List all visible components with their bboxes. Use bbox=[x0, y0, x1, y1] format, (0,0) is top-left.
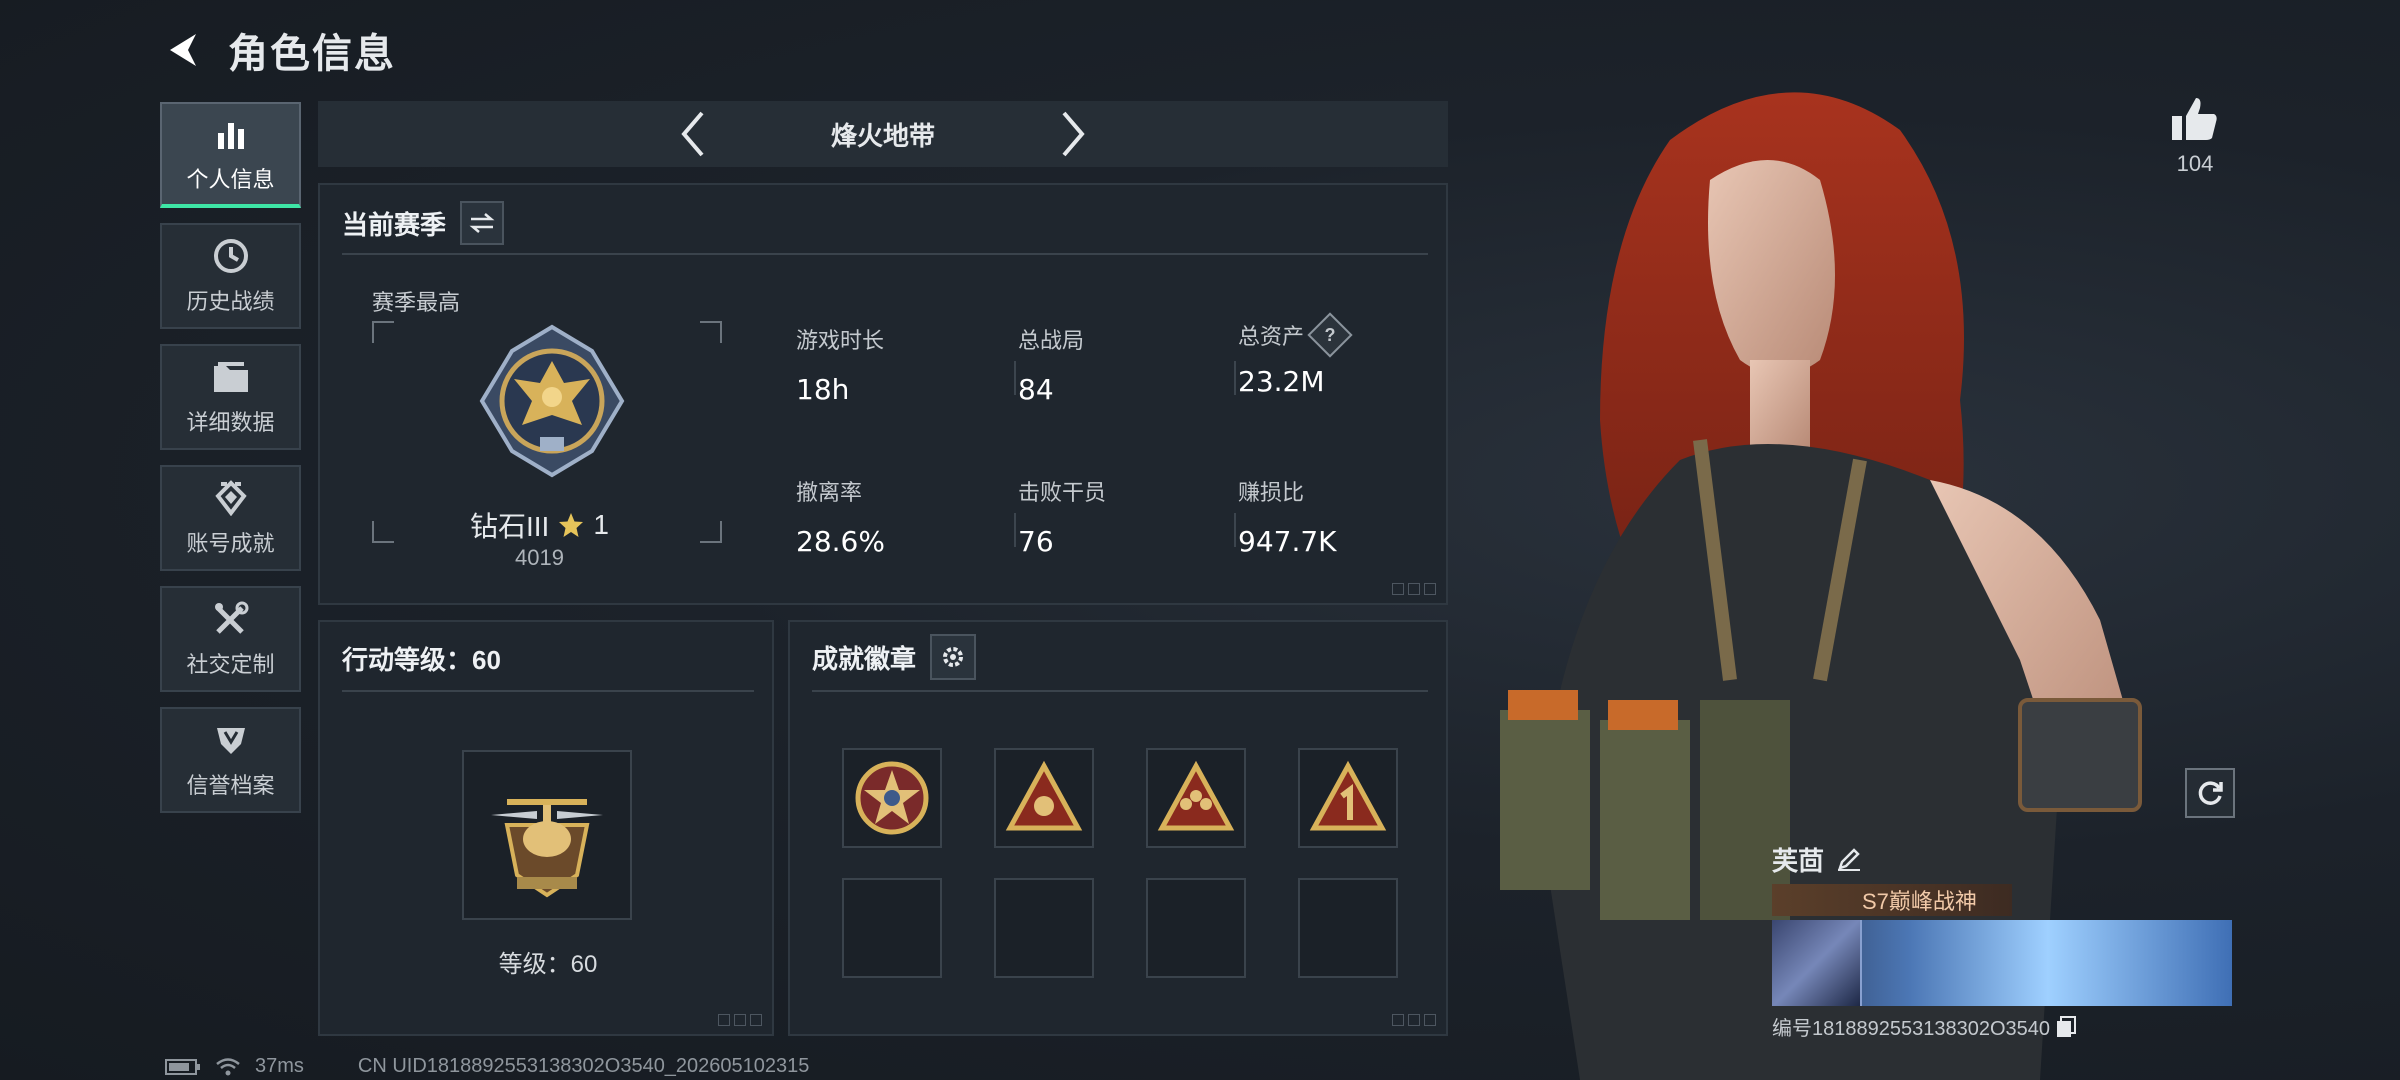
achievement-icon bbox=[213, 478, 249, 518]
shield-icon bbox=[213, 720, 249, 760]
stat-profit-loss-ratio: 赚损比 947.7K bbox=[1238, 480, 1337, 558]
player-title: S7巅峰战神 bbox=[1862, 889, 1977, 914]
stat-play-time: 游戏时长 18h bbox=[796, 328, 885, 406]
clock-icon bbox=[213, 236, 249, 276]
like-count: 104 bbox=[2176, 151, 2214, 176]
sidebar-item-label: 个人信息 bbox=[186, 167, 275, 192]
rotate-icon bbox=[2198, 781, 2223, 805]
current-season-panel: 当前赛季 赛季最高 钻石III 1 4019 游戏时长 18h 总战局 84 总… bbox=[318, 183, 1448, 605]
star-icon bbox=[559, 513, 584, 537]
like-button[interactable] bbox=[2160, 96, 2230, 147]
sidebar: 个人信息 历史战绩 详细数据 账号成就 社交定制 信誉档案 bbox=[160, 102, 301, 828]
header: 角色信息 bbox=[160, 20, 396, 80]
decor-squares bbox=[718, 1014, 762, 1026]
achievement-badge-empty[interactable] bbox=[1146, 878, 1246, 978]
action-level-panel: 行动等级：60 等级：60 bbox=[318, 620, 774, 1036]
sidebar-item-social-custom[interactable]: 社交定制 bbox=[160, 586, 301, 692]
achievement-badge-star[interactable] bbox=[842, 748, 942, 848]
achievement-badge-empty[interactable] bbox=[842, 878, 942, 978]
star-medal-icon bbox=[855, 761, 929, 835]
divider bbox=[342, 690, 754, 692]
triangle-emblem-icon bbox=[1005, 760, 1083, 831]
rank-score: 4019 bbox=[515, 545, 564, 570]
stat-total-assets: 总资产 ? 23.2M bbox=[1238, 312, 1353, 398]
ping-text: 37ms bbox=[255, 1055, 304, 1077]
back-arrow-icon bbox=[170, 34, 196, 66]
achievements-settings-button[interactable] bbox=[930, 634, 977, 680]
sidebar-item-label: 详细数据 bbox=[186, 410, 275, 435]
bar-chart-icon bbox=[214, 114, 248, 154]
helicopter-level-badge-icon[interactable] bbox=[462, 750, 632, 920]
player-id: 编号1818892553138302O3540 bbox=[1772, 1018, 2051, 1040]
team-emblem-icon bbox=[1157, 760, 1235, 831]
sidebar-item-label: 账号成就 bbox=[186, 531, 275, 556]
achievement-badge-triangle[interactable] bbox=[994, 748, 1094, 848]
action-level-title: 行动等级：60 bbox=[342, 645, 501, 675]
sidebar-item-reputation[interactable]: 信誉档案 bbox=[160, 707, 301, 813]
status-footer: 37ms CN UID1818892553138302O3540_2026051… bbox=[165, 1055, 809, 1078]
diamond-rank-emblem-icon bbox=[479, 324, 625, 478]
back-button[interactable] bbox=[160, 26, 208, 74]
page-title: 角色信息 bbox=[228, 32, 396, 76]
stat-operators-defeated: 击败干员 76 bbox=[1018, 480, 1107, 558]
decor-squares bbox=[1392, 583, 1436, 595]
player-name-row: 芙茴 bbox=[1772, 838, 2232, 880]
mode-name: 烽火地带 bbox=[830, 120, 935, 151]
sidebar-item-label: 信誉档案 bbox=[186, 773, 275, 798]
banner-avatar bbox=[1772, 920, 1862, 1006]
sidebar-item-label: 社交定制 bbox=[186, 652, 275, 677]
mode-switcher: 烽火地带 bbox=[318, 101, 1448, 167]
player-name: 芙茴 bbox=[1772, 845, 1825, 876]
divider bbox=[812, 690, 1428, 692]
divider bbox=[342, 253, 1428, 255]
previous-mode-button[interactable] bbox=[663, 104, 723, 164]
rank-stars: 1 bbox=[593, 509, 609, 540]
copy-icon[interactable] bbox=[2056, 1015, 2077, 1038]
uid-text: CN UID1818892553138302O3540_202605102315 bbox=[357, 1055, 810, 1077]
rank-name: 钻石III 1 bbox=[470, 505, 609, 545]
gear-icon bbox=[943, 647, 964, 667]
achievements-header: 成就徽章 bbox=[812, 634, 977, 680]
tools-icon bbox=[212, 599, 250, 639]
achievement-badge-team[interactable] bbox=[1146, 748, 1246, 848]
season-title: 当前赛季 bbox=[342, 209, 447, 240]
player-banner[interactable] bbox=[1772, 920, 2232, 1006]
chevron-right-icon bbox=[1062, 111, 1085, 157]
sidebar-item-history[interactable]: 历史战绩 bbox=[160, 223, 301, 329]
sidebar-item-label: 历史战绩 bbox=[186, 289, 275, 314]
achievement-badges-panel: 成就徽章 bbox=[788, 620, 1448, 1036]
battery-icon bbox=[165, 1058, 200, 1075]
sidebar-item-account-achievements[interactable]: 账号成就 bbox=[160, 465, 301, 571]
season-header: 当前赛季 bbox=[342, 201, 505, 245]
achievement-badge-empty[interactable] bbox=[994, 878, 1094, 978]
help-icon[interactable]: ? bbox=[1307, 312, 1353, 358]
decor-squares bbox=[1392, 1014, 1436, 1026]
player-name-card: 芙茴 S7巅峰战神 编号1818892553138302O3540 bbox=[1772, 838, 2232, 1041]
thumbs-up-icon bbox=[2172, 98, 2217, 140]
player-id-row: 编号1818892553138302O3540 bbox=[1772, 1012, 2232, 1041]
wifi-icon bbox=[216, 1057, 240, 1075]
sidebar-item-personal-info[interactable]: 个人信息 bbox=[160, 102, 301, 208]
achievements-title: 成就徽章 bbox=[812, 643, 917, 674]
rank-tier: 钻石III bbox=[470, 511, 550, 542]
edit-icon[interactable] bbox=[1836, 846, 1862, 872]
like-area: 104 bbox=[2160, 96, 2230, 177]
level-text: 等级：60 bbox=[498, 951, 598, 978]
next-mode-button[interactable] bbox=[1043, 104, 1103, 164]
folder-icon bbox=[212, 357, 250, 397]
rotate-model-button[interactable] bbox=[2185, 768, 2235, 818]
achievement-badge-number-one[interactable] bbox=[1298, 748, 1398, 848]
chevron-left-icon bbox=[681, 111, 704, 157]
stat-extraction-rate: 撤离率 28.6% bbox=[796, 480, 885, 558]
stat-total-matches: 总战局 84 bbox=[1018, 328, 1085, 406]
player-title-badge[interactable]: S7巅峰战神 bbox=[1772, 884, 2012, 916]
number-one-emblem-icon bbox=[1309, 760, 1387, 831]
sidebar-item-detailed-data[interactable]: 详细数据 bbox=[160, 344, 301, 450]
season-best-label: 赛季最高 bbox=[372, 290, 461, 315]
season-switch-button[interactable] bbox=[460, 201, 505, 245]
swap-icon bbox=[469, 213, 495, 233]
achievement-badge-empty[interactable] bbox=[1298, 878, 1398, 978]
